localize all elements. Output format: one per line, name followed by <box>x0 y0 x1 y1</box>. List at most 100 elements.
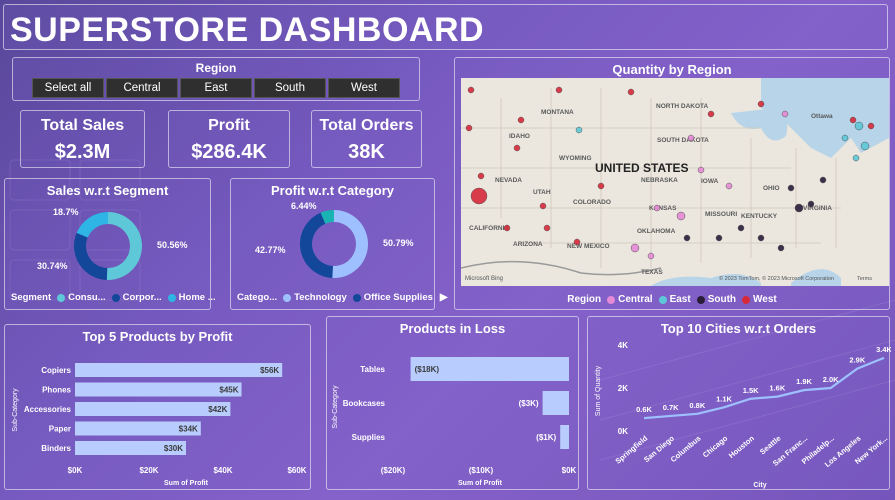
x-tick-label: $20K <box>139 466 158 475</box>
map-marker[interactable] <box>777 244 785 252</box>
map-marker[interactable] <box>757 234 765 242</box>
category-donut-chart[interactable]: Profit w.r.t Category 6.44% 50.79% 42.77… <box>230 178 448 310</box>
map-state-label: UTAH <box>533 189 551 196</box>
map-marker[interactable] <box>597 182 605 190</box>
legend-item[interactable]: South <box>708 294 736 305</box>
slice-label: 18.7% <box>53 207 79 217</box>
legend-item[interactable]: Office Supplies <box>364 292 433 303</box>
x-tick-label: ($20K) <box>381 466 406 475</box>
map-marker[interactable] <box>794 203 804 213</box>
top-products-chart[interactable]: Top 5 Products by Profit Copiers $56K Phon… <box>4 324 311 490</box>
category-slice[interactable] <box>332 210 368 278</box>
kpi-label: Total Sales <box>40 117 125 134</box>
segment-slice[interactable] <box>76 212 108 238</box>
map-marker[interactable] <box>539 202 547 210</box>
point-value-label: 2.0K <box>823 375 839 384</box>
y-tick-label: 2K <box>618 384 628 393</box>
legend-item[interactable]: Home ... <box>179 292 216 303</box>
map-marker[interactable] <box>575 126 583 134</box>
map-marker[interactable] <box>470 187 488 205</box>
map-marker[interactable] <box>697 166 705 174</box>
bar-category-label: Tables <box>360 365 385 374</box>
map-canvas[interactable]: MONTANA NORTH DAKOTA SOUTH DAKOTA IDAHO … <box>461 78 889 286</box>
map-marker[interactable] <box>687 134 695 142</box>
map-marker[interactable] <box>841 134 849 142</box>
region-option-west[interactable]: West <box>328 78 400 98</box>
kpi-card-total-sales[interactable]: Total Sales $2.3M <box>20 110 145 168</box>
map-state-label: NEBRASKA <box>641 177 678 184</box>
map-marker[interactable] <box>630 243 640 253</box>
map-marker[interactable] <box>807 200 815 208</box>
map-marker[interactable] <box>860 141 870 151</box>
bar[interactable] <box>560 425 569 449</box>
map-marker[interactable] <box>465 124 473 132</box>
bar-value-label: $30K <box>164 444 183 453</box>
map-marker[interactable] <box>715 234 723 242</box>
map-marker[interactable] <box>517 116 525 124</box>
map-marker[interactable] <box>555 86 563 94</box>
bar[interactable] <box>75 402 231 416</box>
map-marker[interactable] <box>513 144 521 152</box>
map-marker[interactable] <box>854 121 864 131</box>
map-marker[interactable] <box>647 252 655 260</box>
bar-category-label: Supplies <box>352 433 386 442</box>
legend-item[interactable]: Consu... <box>68 292 105 303</box>
map-marker[interactable] <box>852 154 860 162</box>
legend-title: Segment <box>11 292 52 303</box>
legend-item[interactable]: East <box>670 294 691 305</box>
map-marker[interactable] <box>653 204 661 212</box>
kpi-card-total-orders[interactable]: Total Orders 38K <box>311 110 422 168</box>
bar[interactable] <box>75 363 283 377</box>
map-state-label: COLORADO <box>573 199 611 206</box>
map-marker[interactable] <box>477 172 485 180</box>
map-marker[interactable] <box>503 224 511 232</box>
segment-donut-chart[interactable]: Sales w.r.t Segment 18.7% 50.56% 30.74% … <box>4 178 216 310</box>
point-value-label: 2.9K <box>849 356 865 365</box>
map-marker[interactable] <box>573 238 581 246</box>
map-marker[interactable] <box>867 122 875 130</box>
segment-slice[interactable] <box>106 212 142 280</box>
region-option-south[interactable]: South <box>254 78 326 98</box>
top-cities-chart[interactable]: Top 10 Cities w.r.t Orders 0K 2K 4K 0.6K 0.7… <box>587 316 891 490</box>
kpi-card-profit[interactable]: Profit $286.4K <box>168 110 290 168</box>
quantity-by-region-map[interactable]: Quantity by Region MONTANA NORTH DAKOTA … <box>454 57 890 310</box>
loss-products-svg: Tables ($18K) Bookcases ($3K) Supplies ($1K) (… <box>332 357 577 487</box>
map-marker[interactable] <box>849 116 857 124</box>
map-marker[interactable] <box>707 110 715 118</box>
map-marker[interactable] <box>819 176 827 184</box>
map-legend: Region Central East South West <box>455 294 889 305</box>
map-marker[interactable] <box>737 224 745 232</box>
bar[interactable] <box>75 382 242 397</box>
map-marker[interactable] <box>787 184 795 192</box>
bar-value-label: ($18K) <box>415 365 440 374</box>
map-marker[interactable] <box>467 86 475 94</box>
region-option-east[interactable]: East <box>180 78 252 98</box>
kpi-value: 38K <box>348 141 385 163</box>
x-tick-label: Houston <box>727 433 756 460</box>
map-state-label: MISSOURI <box>705 211 737 218</box>
legend-item[interactable]: Corpor... <box>123 292 162 303</box>
bar[interactable] <box>542 391 569 415</box>
map-marker[interactable] <box>781 110 789 118</box>
legend-item[interactable]: West <box>753 294 777 305</box>
map-marker[interactable] <box>683 234 691 242</box>
bar-value-label: $34K <box>179 425 198 434</box>
region-option-central[interactable]: Central <box>106 78 178 98</box>
bar-category-label: Accessories <box>24 405 72 414</box>
map-state-label: MONTANA <box>541 109 574 116</box>
map-marker[interactable] <box>676 211 686 221</box>
region-option-select-all[interactable]: Select all <box>32 78 104 98</box>
bar-category-label: Bookcases <box>343 399 386 408</box>
map-marker[interactable] <box>543 224 551 232</box>
legend-next-icon[interactable]: ▶ <box>440 292 448 303</box>
map-state-label: WYOMING <box>559 155 592 162</box>
x-tick-label: $60K <box>287 466 306 475</box>
segment-slice[interactable] <box>74 232 108 280</box>
map-marker[interactable] <box>725 182 733 190</box>
map-marker[interactable] <box>757 100 765 108</box>
legend-item[interactable]: Central <box>618 294 652 305</box>
series-line[interactable] <box>643 356 885 420</box>
legend-item[interactable]: Technology <box>294 292 347 303</box>
loss-products-chart[interactable]: Products in Loss Tables ($18K) Bookcases ($… <box>326 316 579 490</box>
map-marker[interactable] <box>627 88 635 96</box>
